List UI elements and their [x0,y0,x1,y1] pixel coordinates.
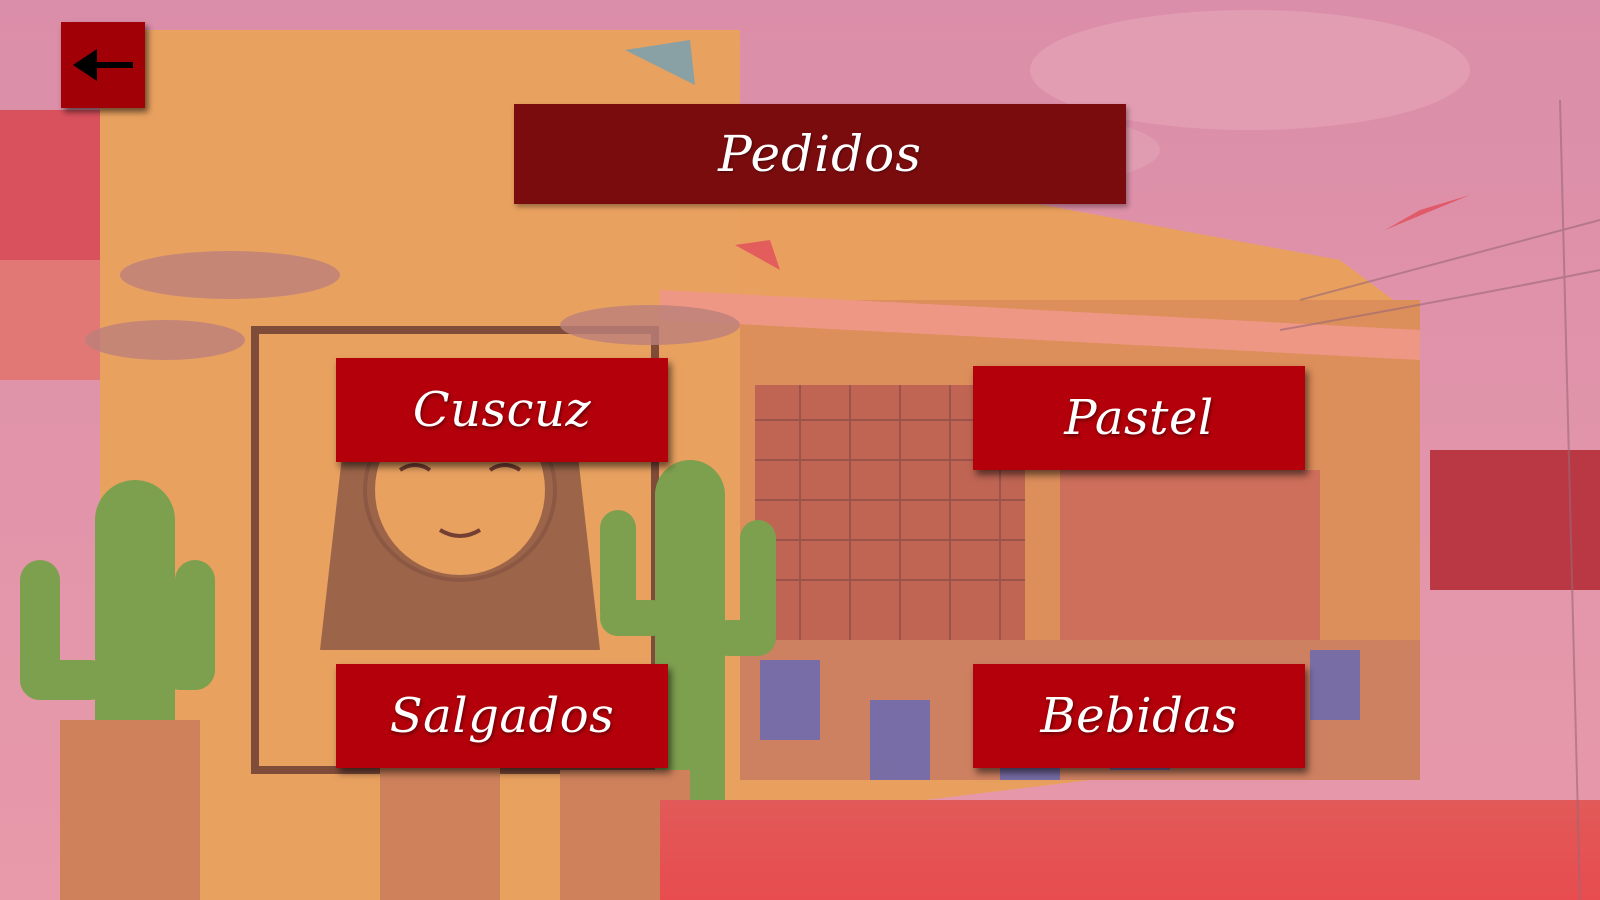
page-title: Pedidos [718,125,922,183]
pastel-button-label: Pastel [1064,390,1214,446]
salgados-button-label: Salgados [389,688,615,744]
page-title-bar: Pedidos [514,104,1126,204]
salgados-button[interactable]: Salgados [336,664,668,768]
arrow-left-icon [73,49,133,81]
bebidas-button[interactable]: Bebidas [973,664,1305,768]
back-button[interactable] [61,22,145,108]
pastel-button[interactable]: Pastel [973,366,1305,470]
cuscuz-button-label: Cuscuz [412,382,592,438]
bebidas-button-label: Bebidas [1040,688,1238,744]
cuscuz-button[interactable]: Cuscuz [336,358,668,462]
